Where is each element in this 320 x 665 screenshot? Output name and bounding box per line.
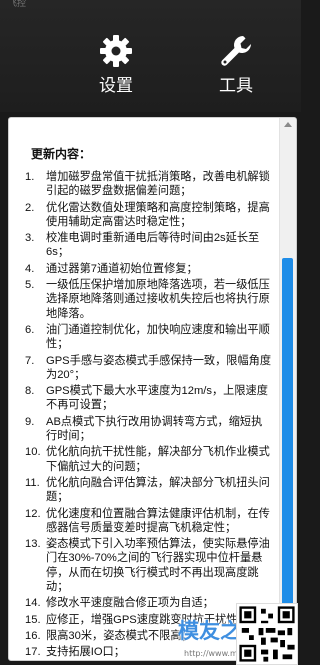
changelog-item-number: 10. [25,446,41,459]
changelog-item: 13. 姿态模式下引入功率预估算法，使实际悬停油门在30%-70%之间的飞行器实现… [9,537,275,594]
changelog-item-text: 油门通道控制优化，加快响应速度和输出平顺性； [46,323,270,351]
changelog-item-text: GPS模式下最大水平速度为12m/s，上限速度不再可设置； [46,385,268,412]
window-title-partial: 飞控 [8,0,27,9]
changelog-item: 12. 优化速度和位置融合算法健康评估机制，在传感器信号质量变差时提高飞机稳定性； [9,507,275,535]
changelog-item-number: 17. [25,646,41,659]
changelog-item-text: GPS手感与姿态模式手感保持一致，限幅角度为20°； [46,354,272,381]
changelog-heading: 更新内容： [31,147,92,161]
changelog-item-number: 7. [25,354,35,367]
changelog-list: 1. 增加磁罗盘常值干扰抵消策略，改善电机解锁引起的磁罗盘数据偏差问题； 2. 优化雷… [9,170,275,660]
changelog-item-number: 11. [25,476,40,489]
changelog-content: 更新内容： 1. 增加磁罗盘常值干扰抵消策略，改善电机解锁引起的磁罗盘数据偏差问题… [9,118,277,660]
changelog-item-number: 5. [25,279,35,292]
changelog-item-text: 优化航向融合评估算法，解决部分飞机扭头问题； [46,476,270,504]
scrollbar-thumb[interactable] [282,258,293,654]
changelog-item-number: 3. [25,232,35,245]
tab-tools[interactable]: 工具 [196,33,276,96]
changelog-panel: 更新内容： 1. 增加磁罗盘常值干扰抵消策略，改善电机解锁引起的磁罗盘数据偏差问题… [8,117,297,661]
qr-code-image [236,603,298,665]
changelog-item: 1. 增加磁罗盘常值干扰抵消策略，改善电机解锁引起的磁罗盘数据偏差问题； [9,170,275,198]
changelog-item-text: 通过器第7通道初始位置修复； [46,262,198,275]
changelog-item-text: 限高30米，姿态模式不限高； [46,629,193,642]
changelog-item-number: 8. [25,385,35,398]
changelog-item-text: 姿态模式下引入功率预估算法，使实际悬停油门在30%-70%之间的飞行器实现中位杆… [46,538,270,593]
changelog-item-text: 优化速度和位置融合算法健康评估机制，在传感器信号质量变差时提高飞机稳定性； [46,507,270,534]
changelog-item-number: 12. [25,507,41,520]
changelog-item-number: 1. [25,171,35,183]
scroll-up-arrow-icon[interactable] [284,122,292,127]
changelog-item: 11. 优化航向融合评估算法，解决部分飞机扭头问题； [9,476,275,504]
changelog-item-text: 一级低压保护增加原地降落选项，若一级低压选择原地降落则通过接收机失控后也将执行原… [46,279,270,320]
changelog-item-text: 优化雷达数值处理策略和高度控制策略，提高使用辅助定高雷达时稳定性； [46,201,270,228]
tab-settings[interactable]: 设置 [76,33,156,96]
changelog-item: 4. 通过器第7通道初始位置修复； [9,262,275,276]
changelog-item: 2. 优化雷达数值处理策略和高度控制策略，提高使用辅助定高雷达时稳定性； [9,201,275,229]
changelog-item-number: 13. [25,538,41,551]
changelog-item-text: AB点模式下执行改用协调转弯方式，缩短执行时间； [46,415,263,442]
changelog-item-number: 6. [25,323,35,336]
changelog-item-text: 优化航向抗干扰性能，解决部分飞机作业模式下偏航过大的问题； [46,446,270,473]
changelog-item: 10. 优化航向抗干扰性能，解决部分飞机作业模式下偏航过大的问题； [9,445,275,473]
changelog-item: 6. 油门通道控制优化，加快响应速度和输出平顺性； [9,323,275,351]
gear-icon [100,35,132,67]
changelog-item: 3. 校准电调时重新通电后等待时间由2s延长至6s； [9,231,275,259]
changelog-item: 5. 一级低压保护增加原地降落选项，若一级低压选择原地降落则通过接收机失控后也将执… [9,278,275,321]
changelog-item-text: 校准电调时重新通电后等待时间由2s延长至6s； [46,232,260,259]
scrollbar[interactable] [279,118,296,660]
top-toolbar: 飞控 设置 工具 [0,0,301,112]
changelog-item: 9. AB点模式下执行改用协调转弯方式，缩短执行时间； [9,415,275,443]
tab-tools-label: 工具 [219,76,253,96]
changelog-item-number: 9. [25,415,35,428]
changelog-item-text: 支持拓展IO口； [46,646,125,659]
changelog-item-number: 14. [25,597,41,610]
wrench-icon [221,35,252,66]
changelog-item-number: 4. [25,262,35,275]
changelog-item-number: 16. [25,629,41,642]
tab-settings-label: 设置 [99,76,133,96]
changelog-item-number: 2. [25,201,35,214]
changelog-item-text: 增加磁罗盘常值干扰抵消策略，改善电机解锁引起的磁罗盘数据偏差问题； [46,171,270,198]
changelog-item: 7. GPS手感与姿态模式手感保持一致，限幅角度为20°； [9,354,275,382]
changelog-item: 8. GPS模式下最大水平速度为12m/s，上限速度不再可设置； [9,384,275,412]
watermark: 模友之吧 http://www.moz8.com [172,603,300,665]
changelog-item-number: 15. [25,613,41,626]
